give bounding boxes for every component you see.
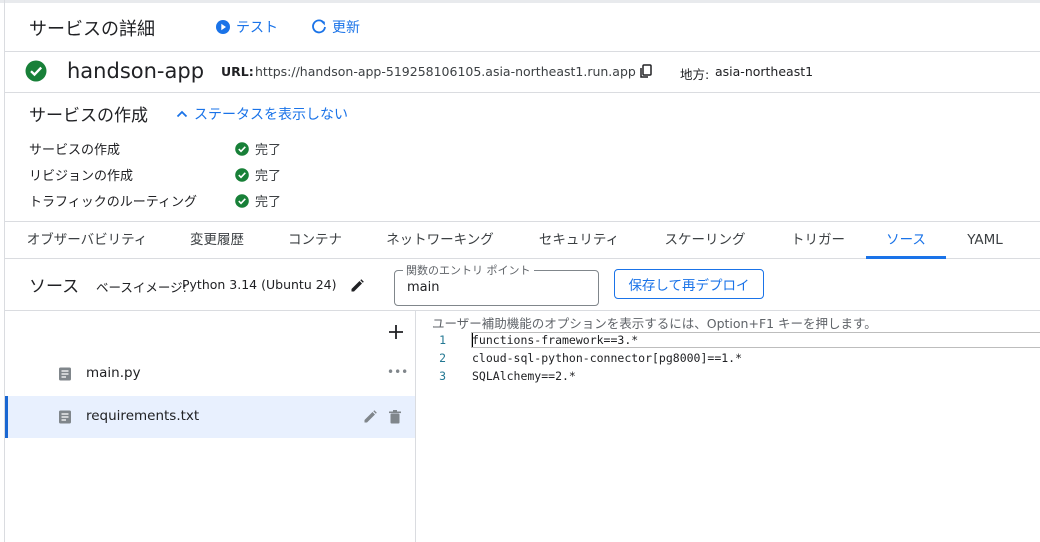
refresh-button-label: 更新: [332, 20, 360, 36]
file-item-main-py[interactable]: main.py •••: [5, 353, 415, 395]
base-image-value: Python 3.14 (Ubuntu 24): [182, 277, 337, 292]
source-toolbar: ソース ベースイメージ: Python 3.14 (Ubuntu 24) 関数の…: [5, 259, 1040, 311]
step-label: サービスの作成: [29, 143, 121, 158]
tab-scaling[interactable]: スケーリング: [659, 222, 751, 258]
code-line[interactable]: 1 functions-framework==3.*: [416, 332, 1040, 350]
entry-point-field[interactable]: 関数のエントリ ポイント: [394, 262, 599, 306]
line-number: 1: [439, 333, 446, 347]
service-name: handson-app: [67, 59, 205, 83]
file-name: main.py: [86, 365, 141, 381]
tab-history[interactable]: 変更履歴: [185, 222, 249, 258]
step-status: 完了: [235, 191, 281, 210]
pencil-icon[interactable]: [349, 278, 365, 294]
step-label: リビジョンの作成: [29, 169, 134, 184]
code-editor[interactable]: ユーザー補助機能のオプションを表示するには、Option+F1 キーを押します。…: [416, 311, 1040, 542]
tab-observability[interactable]: オブザーバビリティ: [23, 222, 151, 258]
hide-status-toggle[interactable]: ステータスを表示しない: [175, 104, 348, 124]
page-header: サービスの詳細 テスト 更新: [5, 3, 1040, 52]
tab-containers[interactable]: コンテナ: [283, 222, 347, 258]
creation-status-panel: サービスの作成 ステータスを表示しない サービスの作成 完了 リビジョンの作成: [5, 93, 1040, 222]
step-row: サービスの作成 完了: [29, 137, 429, 159]
file-name: requirements.txt: [86, 408, 200, 424]
url-label: URL:: [221, 64, 254, 79]
trash-icon[interactable]: [387, 409, 403, 425]
tab-triggers[interactable]: トリガー: [785, 222, 851, 258]
file-explorer: main.py ••• requirements.txt: [5, 311, 416, 542]
check-circle-icon: [235, 141, 249, 156]
step-row: トラフィックのルーティング 完了: [29, 189, 429, 211]
chevron-up-icon: [176, 110, 188, 118]
entry-point-label: 関数のエントリ ポイント: [403, 262, 534, 278]
refresh-button[interactable]: 更新: [311, 17, 360, 37]
entry-point-input[interactable]: [407, 280, 587, 295]
step-status-text: 完了: [255, 143, 282, 158]
play-circle-icon: [216, 20, 230, 34]
creation-title: サービスの作成: [29, 106, 148, 126]
code-text: functions-framework==3.*: [472, 333, 639, 347]
step-row: リビジョンの作成 完了: [29, 163, 429, 185]
file-icon: [59, 410, 71, 424]
tab-source[interactable]: ソース: [866, 222, 946, 259]
file-item-requirements-txt[interactable]: requirements.txt: [5, 396, 415, 438]
more-icon[interactable]: •••: [387, 365, 408, 379]
test-button-label: テスト: [236, 20, 278, 36]
code-line[interactable]: 2 cloud-sql-python-connector[pg8000]==1.…: [416, 350, 1040, 368]
service-url[interactable]: https://handson-app-519258106105.asia-no…: [255, 64, 636, 79]
check-circle-icon: [235, 167, 249, 182]
region-label: 地方:: [680, 67, 710, 82]
app-frame: サービスの詳細 テスト 更新 handson-app URL: https://…: [0, 0, 1040, 542]
add-icon[interactable]: [387, 323, 405, 341]
line-number: 3: [439, 369, 446, 383]
tab-security[interactable]: セキュリティ: [533, 222, 625, 258]
tab-yaml[interactable]: YAML: [960, 222, 1010, 258]
step-label: トラフィックのルーティング: [29, 195, 197, 210]
base-image-label: ベースイメージ:: [96, 280, 187, 295]
step-status: 完了: [235, 139, 281, 158]
save-and-redeploy-button[interactable]: 保存して再デプロイ: [614, 269, 764, 299]
step-status-text: 完了: [255, 195, 282, 210]
refresh-icon: [312, 19, 326, 34]
code-line[interactable]: 3 SQLAlchemy==2.*: [416, 368, 1040, 386]
check-circle-icon: [235, 193, 249, 208]
text-cursor: [472, 333, 473, 347]
tab-networking[interactable]: ネットワーキング: [381, 222, 499, 258]
step-status: 完了: [235, 165, 281, 184]
hide-status-label: ステータスを表示しない: [194, 107, 348, 123]
file-icon: [59, 367, 71, 381]
code-text: SQLAlchemy==2.*: [472, 369, 576, 383]
step-status-text: 完了: [255, 169, 282, 184]
test-button[interactable]: テスト: [215, 17, 278, 37]
source-title: ソース: [29, 277, 80, 297]
copy-icon[interactable]: [638, 63, 654, 79]
check-circle-icon: [25, 60, 47, 82]
line-number: 2: [439, 351, 446, 365]
accessibility-hint: ユーザー補助機能のオプションを表示するには、Option+F1 キーを押します。: [432, 316, 877, 331]
pencil-icon[interactable]: [362, 409, 378, 425]
region-value: asia-northeast1: [715, 64, 814, 79]
page-title: サービスの詳細: [29, 19, 155, 40]
service-summary: handson-app URL: https://handson-app-519…: [5, 52, 1040, 93]
code-text: cloud-sql-python-connector[pg8000]==1.*: [472, 351, 743, 365]
tab-bar: オブザーバビリティ 変更履歴 コンテナ ネットワーキング セキュリティ スケーリ…: [5, 222, 1040, 259]
